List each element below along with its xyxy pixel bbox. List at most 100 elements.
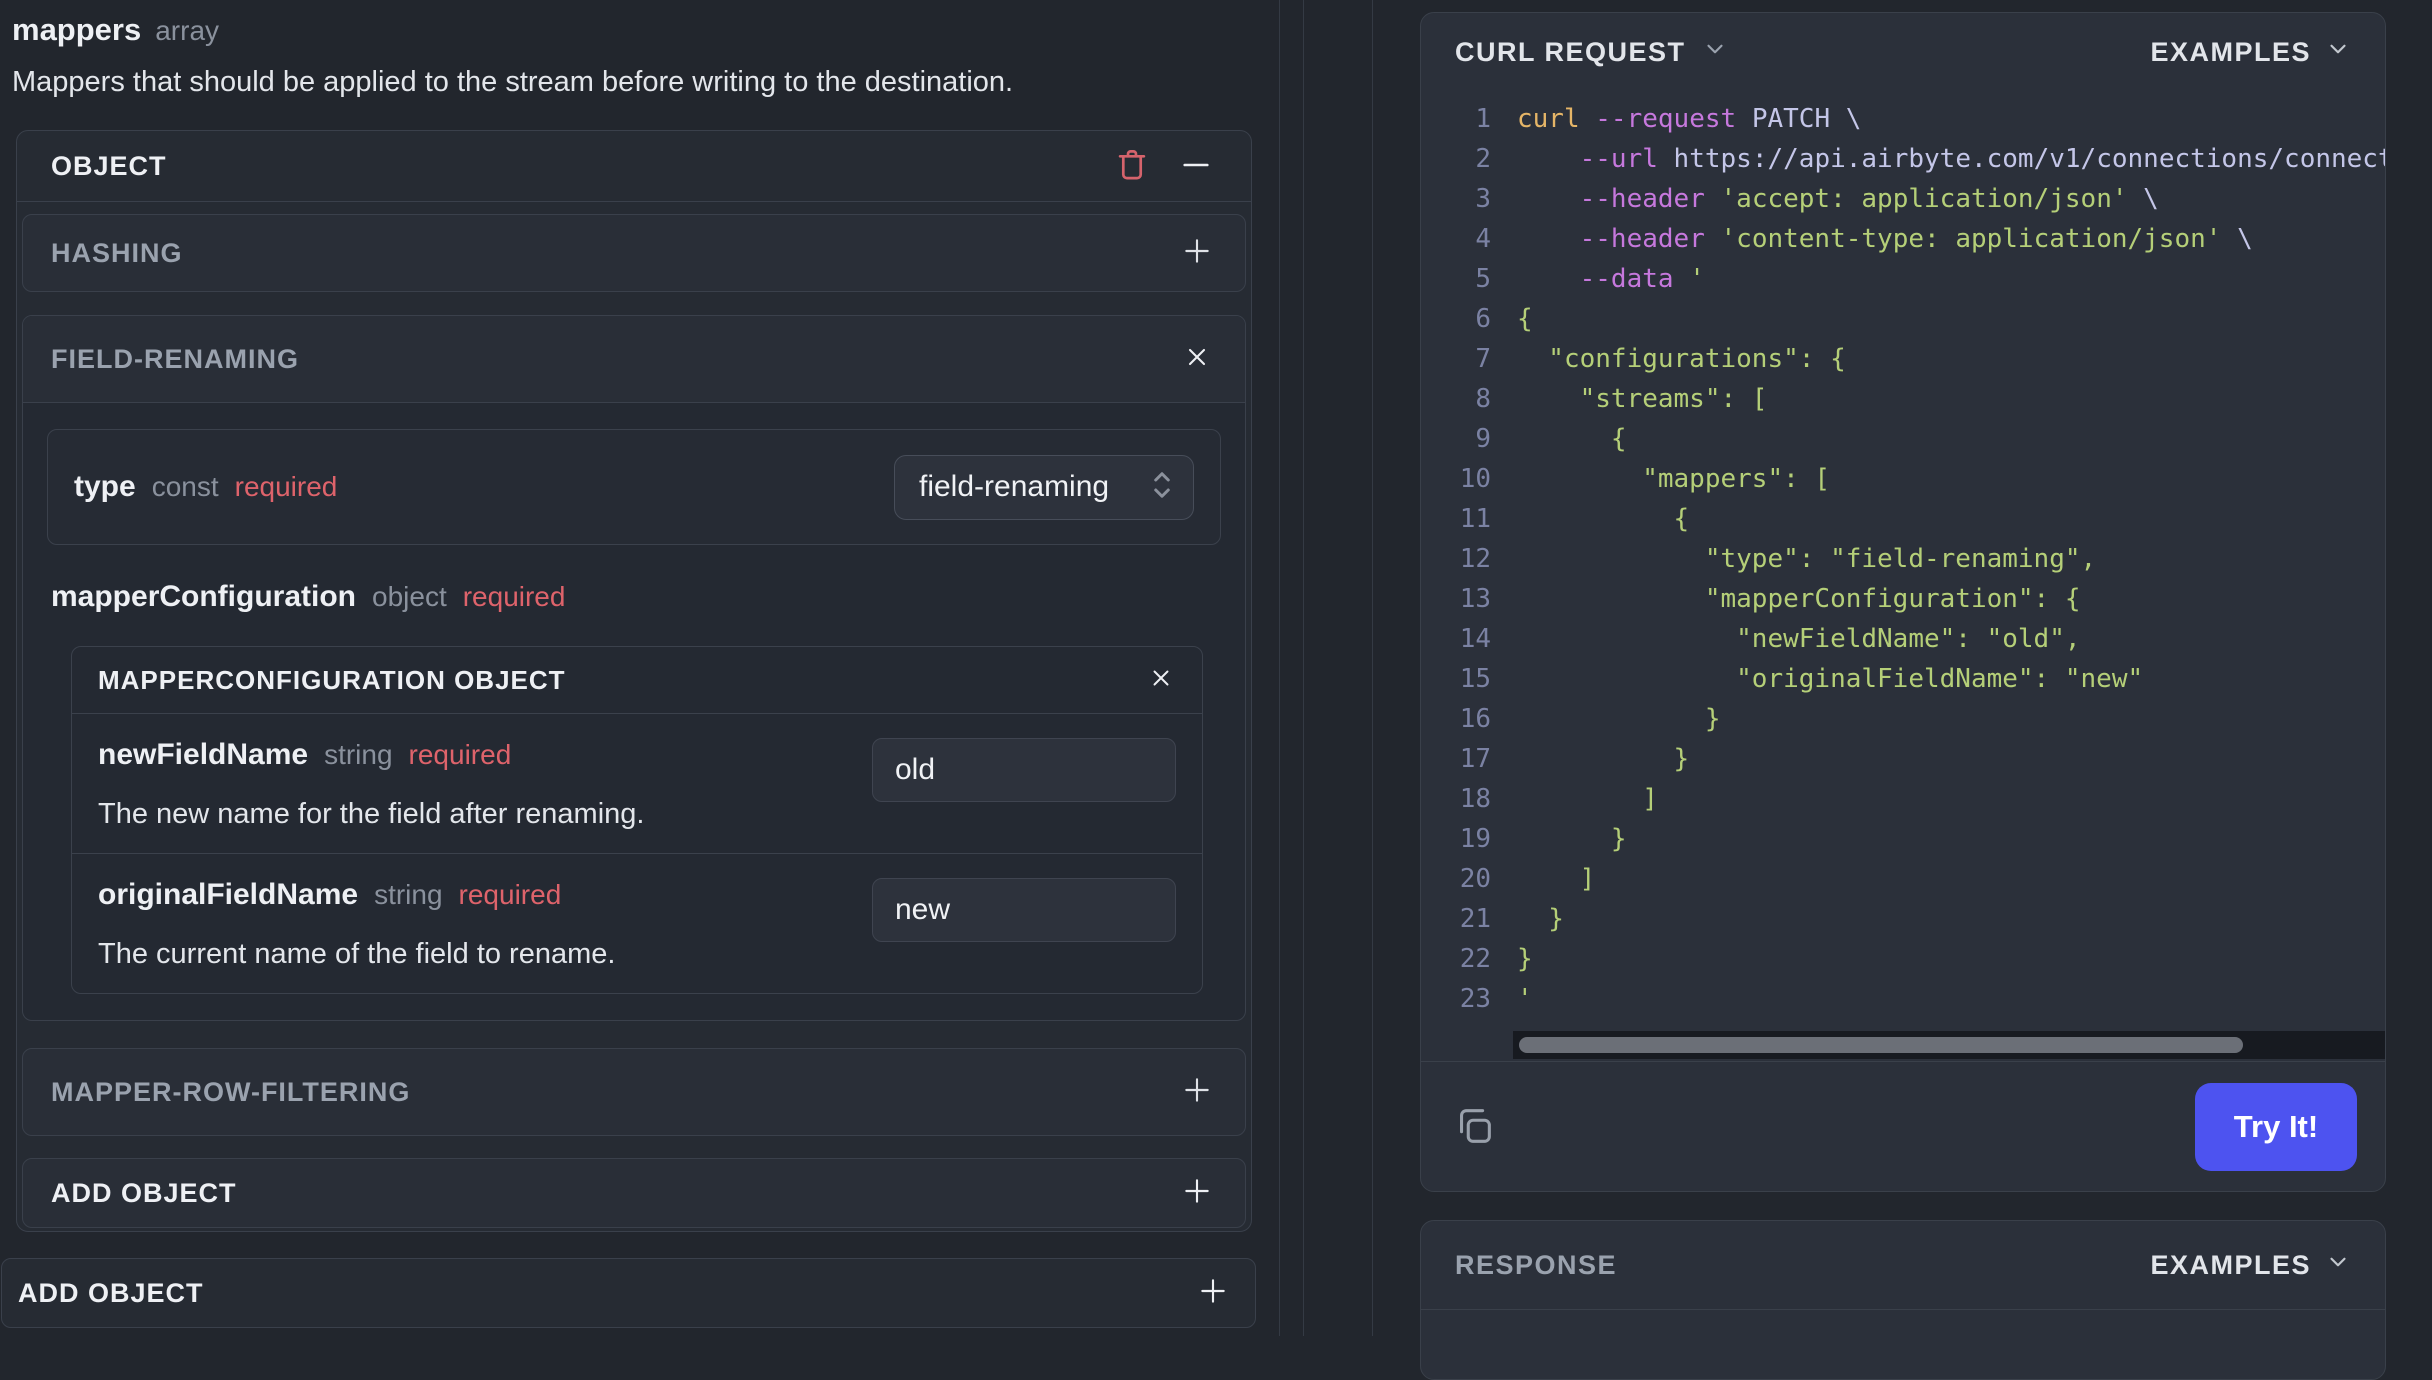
section-hashing[interactable]: HASHING	[22, 214, 1246, 292]
code-text: --header 'content-type: application/json…	[1579, 224, 2253, 254]
code-text: "mappers": [	[1517, 464, 1831, 494]
line-number: 17	[1459, 744, 1491, 774]
code-line: 20 ]	[1421, 859, 2385, 899]
code-text: {	[1517, 304, 1533, 334]
line-number: 3	[1475, 184, 1491, 214]
line-number: 4	[1475, 224, 1491, 254]
new-field-name-input[interactable]	[872, 738, 1176, 802]
code-lines: 1 curl --request PATCH \ 2 --url https://a…	[1421, 99, 2385, 1019]
section-hashing-label: HASHING	[51, 237, 183, 268]
code-line: 18 ]	[1421, 779, 2385, 819]
type-field-label: type const required	[74, 470, 337, 504]
field-required-badge: required	[462, 581, 566, 612]
copy-icon	[1451, 1103, 1497, 1152]
code-text: "newFieldName": "old",	[1517, 624, 2081, 654]
code-line: 7 "configurations": {	[1421, 339, 2385, 379]
response-examples-dropdown[interactable]: EXAMPLES	[2150, 1249, 2351, 1282]
try-it-button[interactable]: Try It!	[2195, 1083, 2357, 1171]
code-line: 11 {	[1421, 499, 2385, 539]
property-name: mappers	[12, 12, 142, 47]
code-text: --header 'accept: application/json' \	[1579, 184, 2159, 214]
line-number: 21	[1459, 904, 1491, 934]
code-line: 6{	[1421, 299, 2385, 339]
line-number: 19	[1459, 824, 1491, 854]
line-number: 9	[1475, 424, 1491, 454]
section-mapper-row-filtering[interactable]: MAPPER-ROW-FILTERING	[22, 1048, 1246, 1136]
code-line: 1 curl --request PATCH \	[1421, 99, 2385, 139]
property-type: array	[155, 15, 220, 46]
code-block: 1 curl --request PATCH \ 2 --url https://a…	[1421, 99, 2385, 1019]
copy-code-button[interactable]	[1451, 1103, 1497, 1152]
line-number: 8	[1475, 384, 1491, 414]
collapse-object-button[interactable]	[1179, 148, 1213, 185]
line-number: 11	[1459, 504, 1491, 534]
code-line: 10 "mappers": [	[1421, 459, 2385, 499]
code-text: }	[1517, 904, 1564, 934]
root-add-object-label: ADD OBJECT	[18, 1277, 204, 1308]
chevron-down-icon	[2325, 36, 2351, 69]
code-line: 12 "type": "field-renaming",	[1421, 539, 2385, 579]
code-text: }	[1517, 824, 1627, 854]
mapper-configuration-object-title: MAPPERCONFIGURATION OBJECT	[98, 664, 566, 695]
field-kind: object	[372, 581, 447, 612]
code-text: --data '	[1579, 264, 1705, 294]
code-text: {	[1517, 504, 1690, 534]
object-card-title: OBJECT	[51, 150, 167, 181]
code-text: --url https://api.airbyte.com/v1/connect…	[1579, 144, 2385, 174]
scrollbar-thumb[interactable]	[1519, 1037, 2243, 1053]
code-line: 15 "originalFieldName": "new"	[1421, 659, 2385, 699]
field-required-badge: required	[408, 739, 512, 770]
code-text: curl --request PATCH \	[1517, 104, 1862, 134]
code-line: 8 "streams": [	[1421, 379, 2385, 419]
field-description: The new name for the field after renamin…	[98, 798, 645, 830]
root-add-object-button[interactable]: ADD OBJECT	[1, 1258, 1256, 1328]
section-field-renaming-header[interactable]: FIELD-RENAMING	[23, 316, 1245, 403]
line-number: 6	[1475, 304, 1491, 334]
object-card: OBJECT HASHING FIELD-RENAMING type const…	[16, 130, 1252, 1232]
add-object-label: ADD OBJECT	[51, 1177, 237, 1208]
curl-request-panel: CURL REQUEST EXAMPLES 1 curl --request PA…	[1420, 12, 2386, 1192]
line-number: 18	[1459, 784, 1491, 814]
line-number: 12	[1459, 544, 1491, 574]
scrollbar-track-line[interactable]	[1303, 0, 1304, 1336]
add-object-button[interactable]: ADD OBJECT	[22, 1158, 1246, 1228]
field-name: newFieldName	[98, 738, 309, 771]
field-name: originalFieldName	[98, 878, 359, 911]
mapper-configuration-object-card: MAPPERCONFIGURATION OBJECT newFieldName …	[71, 646, 1203, 994]
field-required-badge: required	[458, 879, 562, 910]
code-line: 23 '	[1421, 979, 2385, 1019]
code-text: "configurations": {	[1517, 344, 1846, 374]
new-field-name-row: newFieldName string required The new nam…	[72, 714, 1202, 853]
type-select[interactable]: field-renaming	[894, 454, 1194, 520]
code-line: 9 {	[1421, 419, 2385, 459]
property-description: Mappers that should be applied to the st…	[12, 66, 1014, 98]
plus-icon[interactable]	[1181, 1074, 1213, 1111]
close-icon[interactable]	[1148, 665, 1174, 696]
plus-icon	[1181, 1175, 1213, 1212]
close-icon[interactable]	[1183, 343, 1211, 376]
curl-request-dropdown[interactable]: CURL REQUEST	[1455, 36, 1728, 69]
response-panel: RESPONSE EXAMPLES	[1420, 1220, 2386, 1380]
code-text: }	[1517, 704, 1721, 734]
curl-examples-dropdown[interactable]: EXAMPLES	[2150, 36, 2351, 69]
code-text: "streams": [	[1517, 384, 1768, 414]
code-line: 4 --header 'content-type: application/js…	[1421, 219, 2385, 259]
code-text: '	[1517, 984, 1533, 1014]
line-number: 15	[1459, 664, 1491, 694]
original-field-name-input[interactable]	[872, 878, 1176, 942]
line-number: 2	[1475, 144, 1491, 174]
object-card-header: OBJECT	[17, 131, 1251, 202]
section-field-renaming: FIELD-RENAMING type const required field…	[22, 315, 1246, 1021]
line-number: 22	[1459, 944, 1491, 974]
code-line: 17 }	[1421, 739, 2385, 779]
section-mapper-row-filtering-label: MAPPER-ROW-FILTERING	[51, 1076, 411, 1107]
property-title: mappers array	[12, 12, 219, 48]
code-line: 14 "newFieldName": "old",	[1421, 619, 2385, 659]
horizontal-scrollbar[interactable]	[1513, 1031, 2385, 1059]
delete-object-button[interactable]	[1113, 145, 1151, 188]
line-number: 20	[1459, 864, 1491, 894]
plus-icon[interactable]	[1181, 235, 1213, 272]
mapper-configuration-label: mapperConfiguration object required	[51, 580, 1221, 614]
mapper-configuration-object-header: MAPPERCONFIGURATION OBJECT	[72, 647, 1202, 714]
code-footer: Try It!	[1421, 1062, 2385, 1191]
